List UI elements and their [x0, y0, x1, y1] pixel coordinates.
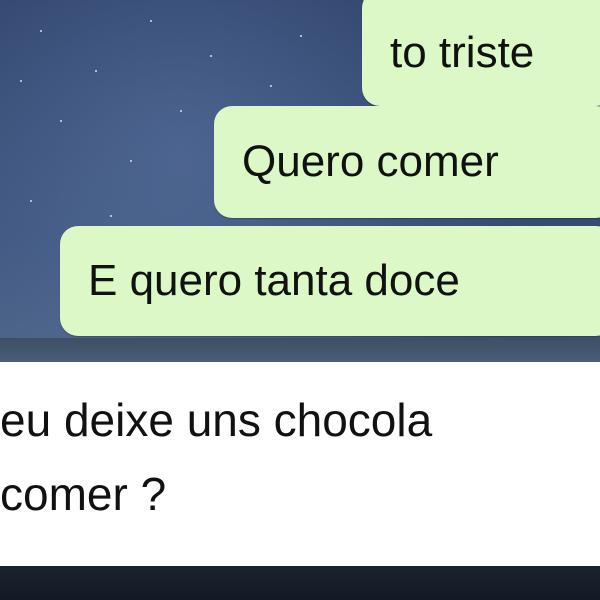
chat-divider — [0, 338, 600, 364]
message-text: E quero tanta doce — [88, 256, 460, 305]
message-text: Quero comer — [242, 137, 499, 186]
outgoing-message[interactable]: E quero tanta doce — [60, 226, 600, 336]
outgoing-message[interactable]: Quero comer — [214, 106, 600, 218]
chat-wallpaper-bottom — [0, 566, 600, 600]
message-text: to triste — [390, 28, 535, 77]
message-text-line: comer ? — [0, 467, 167, 520]
message-text-line: eu deixe uns chocola — [0, 394, 433, 446]
incoming-message[interactable]: eu deixe uns chocola comer ? — [0, 362, 600, 572]
outgoing-message[interactable]: to triste — [362, 0, 600, 106]
